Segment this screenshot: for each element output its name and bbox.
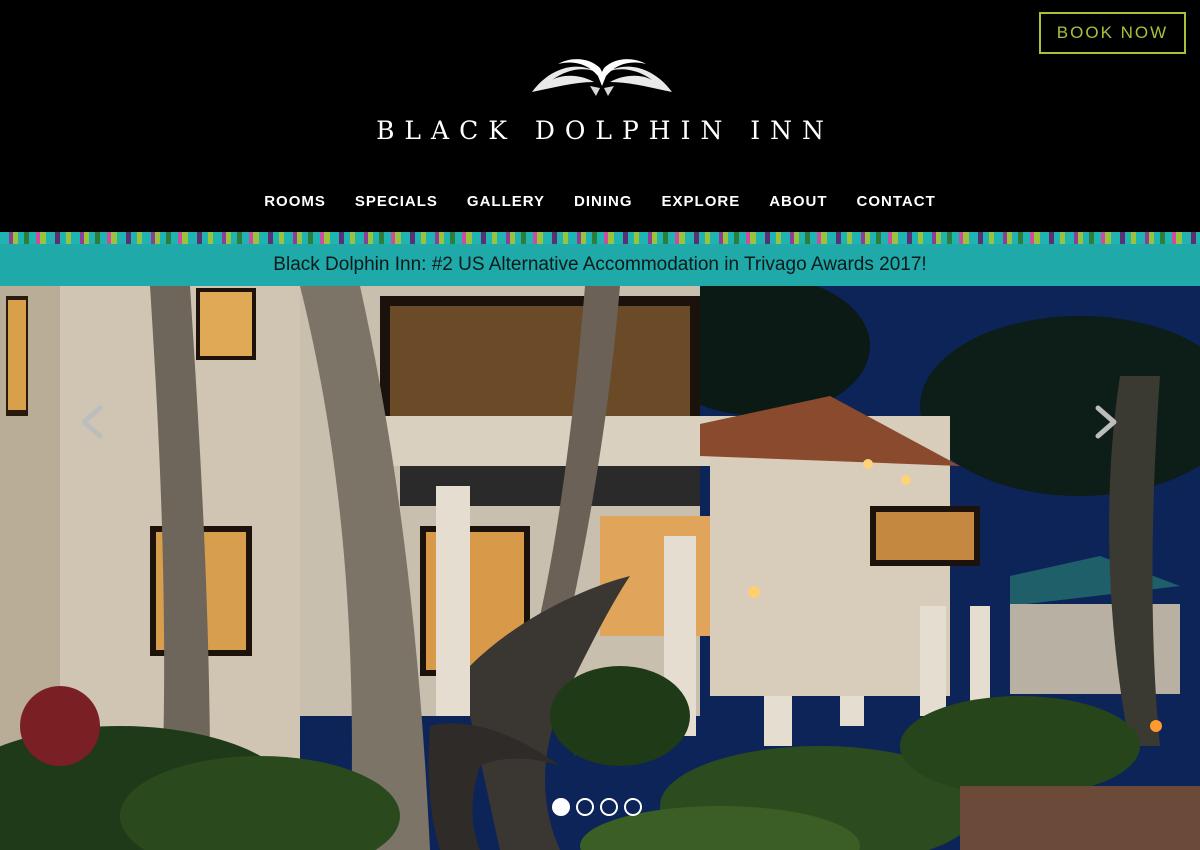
nav-contact[interactable]: CONTACT <box>842 193 950 210</box>
dolphins-logo-icon[interactable] <box>528 52 676 100</box>
brand-name[interactable]: BLACK DOLPHIN INN <box>0 116 1200 145</box>
slide-dot-2[interactable] <box>576 798 594 816</box>
chevron-left-icon[interactable] <box>78 404 106 440</box>
book-now-button[interactable]: BOOK NOW <box>1039 12 1186 54</box>
announcement-text[interactable]: Black Dolphin Inn: #2 US Alternative Acc… <box>273 254 926 276</box>
nav-gallery[interactable]: GALLERY <box>452 193 559 210</box>
hero-slideshow <box>0 286 1200 850</box>
announcement-banner[interactable]: Black Dolphin Inn: #2 US Alternative Acc… <box>0 244 1200 286</box>
chevron-right-icon[interactable] <box>1092 404 1120 440</box>
site-header: BLACK DOLPHIN INN BOOK NOW ROOMS SPECIAL… <box>0 0 1200 232</box>
nav-rooms[interactable]: ROOMS <box>250 193 341 210</box>
hero-photo <box>0 286 1200 850</box>
slide-dot-3[interactable] <box>600 798 618 816</box>
decorative-stripe-band <box>0 232 1200 244</box>
slide-dot-4[interactable] <box>624 798 642 816</box>
main-nav: ROOMS SPECIALS GALLERY DINING EXPLORE AB… <box>0 193 1200 210</box>
nav-about[interactable]: ABOUT <box>755 193 842 210</box>
nav-explore[interactable]: EXPLORE <box>647 193 755 210</box>
nav-specials[interactable]: SPECIALS <box>340 193 452 210</box>
slide-indicators <box>552 798 642 816</box>
nav-dining[interactable]: DINING <box>560 193 648 210</box>
slide-dot-1[interactable] <box>552 798 570 816</box>
